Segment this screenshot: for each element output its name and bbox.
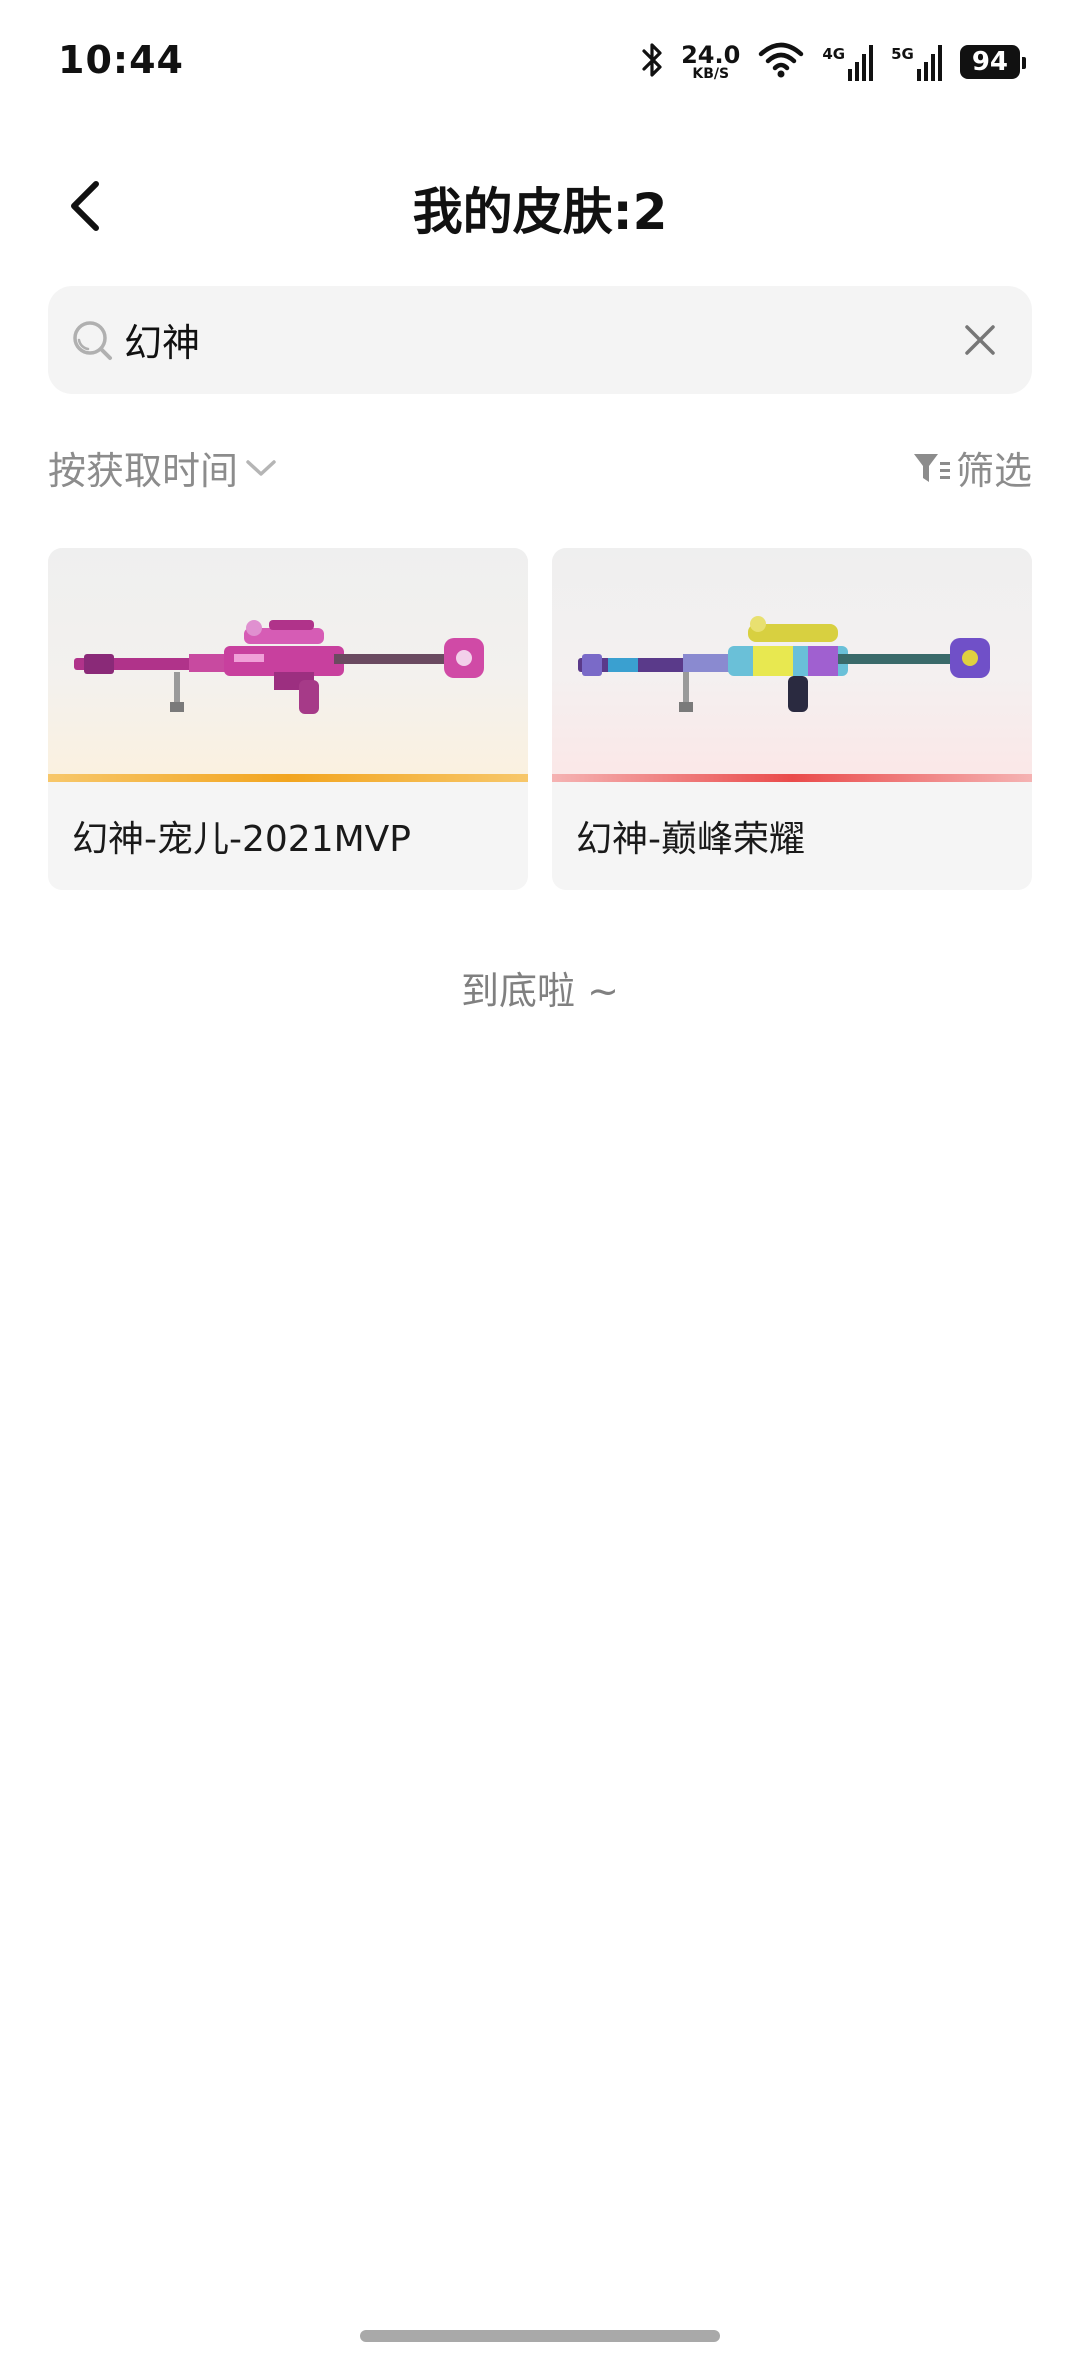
search-input[interactable]: 幻神 xyxy=(124,312,200,367)
bluetooth-icon xyxy=(641,40,663,84)
sniper-rifle-image xyxy=(74,620,484,714)
search-bar[interactable]: 幻神 xyxy=(48,286,1032,394)
close-icon xyxy=(965,325,995,355)
skin-card[interactable]: 幻神-巅峰荣耀 xyxy=(552,548,1032,890)
network-speed-unit: KB/S xyxy=(692,66,730,82)
signal-bars-icon xyxy=(848,45,874,81)
end-of-list-text: 到底啦 ~ xyxy=(461,969,619,1013)
battery-indicator: 94 xyxy=(959,45,1027,79)
status-bar: 10:44 24.0 KB/S 4G 5G 94 xyxy=(0,0,1080,130)
sort-dropdown[interactable]: 按获取时间 xyxy=(48,440,278,495)
skin-grid: 幻神-宠儿-2021MVP 幻神-巅峰荣耀 xyxy=(48,548,1032,890)
sort-label: 按获取时间 xyxy=(48,449,239,493)
cell-signal-1: 4G xyxy=(822,43,874,81)
network-speed: 24.0 KB/S xyxy=(681,43,740,81)
wifi-icon xyxy=(758,42,804,82)
search-icon xyxy=(73,321,112,360)
filter-button[interactable]: 筛选 xyxy=(912,440,1032,495)
sort-filter-row: 按获取时间 筛选 xyxy=(48,440,1032,500)
rarity-bar xyxy=(48,774,528,782)
skin-image xyxy=(48,548,528,780)
rarity-bar xyxy=(552,774,1032,782)
skin-image xyxy=(552,548,1032,780)
header: 我的皮肤:2 xyxy=(0,160,1080,250)
cell-signal-2: 5G xyxy=(891,43,942,81)
sniper-rifle-image xyxy=(578,616,990,712)
status-time: 10:44 xyxy=(58,38,184,82)
signal-bars-icon xyxy=(916,45,942,81)
skin-name: 幻神-宠儿-2021MVP xyxy=(72,819,411,860)
cell-signal-1-label: 4G xyxy=(822,45,846,63)
skin-name: 幻神-巅峰荣耀 xyxy=(576,819,805,860)
cell-signal-2-label: 5G xyxy=(891,45,914,63)
chevron-down-icon xyxy=(246,459,276,476)
filter-label: 筛选 xyxy=(955,449,1032,493)
status-icons: 24.0 KB/S 4G 5G 94 xyxy=(641,40,1027,84)
home-indicator[interactable] xyxy=(360,2330,720,2342)
network-speed-value: 24.0 xyxy=(681,41,741,69)
page-title: 我的皮肤:2 xyxy=(412,183,668,241)
skin-card[interactable]: 幻神-宠儿-2021MVP xyxy=(48,548,528,890)
clear-search-button[interactable] xyxy=(954,314,1006,366)
filter-icon xyxy=(913,453,950,482)
